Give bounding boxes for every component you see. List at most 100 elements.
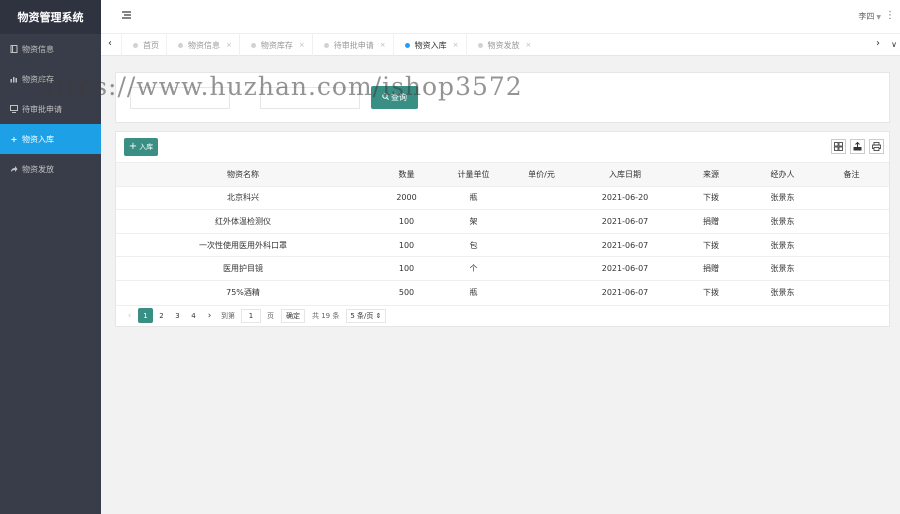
- column-header[interactable]: 计量单位: [443, 169, 504, 180]
- cell-source: 下拨: [703, 240, 719, 250]
- updown-icon: ⇕: [375, 311, 382, 320]
- table-row[interactable]: 75%酒精 500 瓶 2021-06-07 下拨 张景东: [116, 279, 889, 304]
- column-header[interactable]: 单价/元: [504, 169, 579, 180]
- cell-unit: 瓶: [469, 287, 478, 297]
- goto-page-input[interactable]: 1: [241, 308, 261, 323]
- page-button[interactable]: 4: [186, 308, 201, 323]
- page-unit-label: 页: [267, 311, 274, 320]
- tab-pending-approval[interactable]: 待审批申请 ×: [311, 34, 393, 56]
- cell-unit: 架: [469, 216, 478, 226]
- tab-dot-icon: [178, 42, 183, 48]
- column-header[interactable]: 物资名称: [116, 169, 370, 180]
- cell-unit: 个: [469, 264, 478, 274]
- cell-handler: 张景东: [770, 193, 795, 203]
- sidebar-item-material-info[interactable]: 物资信息: [0, 34, 101, 64]
- sidebar-item-material-distribution[interactable]: 物资发放: [0, 154, 101, 184]
- prev-page-icon[interactable]: ‹: [122, 308, 137, 323]
- cell-unit: 瓶: [469, 193, 478, 203]
- chevron-right-icon[interactable]: ›: [876, 38, 880, 49]
- close-icon[interactable]: ×: [453, 41, 459, 49]
- monitor-icon: [8, 105, 20, 113]
- close-icon[interactable]: ×: [299, 41, 305, 49]
- cell-handler: 张景东: [770, 287, 795, 297]
- close-icon[interactable]: ×: [526, 41, 532, 49]
- inbound-table: 物资名称 数量 计量单位 单价/元 入库日期 来源 经办人 备注 北京科兴 20…: [116, 162, 889, 304]
- cell-source: 捐赠: [703, 264, 719, 274]
- cell-date: 2021-06-07: [601, 264, 649, 274]
- page-button[interactable]: 2: [154, 308, 169, 323]
- add-inbound-button[interactable]: + 入库: [124, 138, 158, 156]
- cell-source: 下拨: [703, 193, 719, 203]
- cell-name: 红外体温检测仪: [215, 216, 271, 226]
- cell-handler: 张景东: [770, 240, 795, 250]
- table-row[interactable]: 医用护目镜 100 个 2021-06-07 捐赠 张景东: [116, 256, 889, 280]
- tab-dot-icon: [477, 42, 483, 48]
- page-button[interactable]: 3: [170, 308, 185, 323]
- cell-date: 2021-06-07: [601, 216, 649, 226]
- tab-label: 首页: [143, 40, 159, 50]
- table-row[interactable]: 北京科兴 2000 瓶 2021-06-20 下拨 张景东: [116, 185, 889, 210]
- tab-label: 待审批申请: [333, 40, 374, 50]
- share-icon: [8, 165, 20, 173]
- user-menu[interactable]: 李四 ▼: [858, 11, 881, 22]
- columns-filter-icon[interactable]: [831, 139, 846, 154]
- next-page-icon[interactable]: ›: [202, 308, 217, 323]
- cell-quantity: 2000: [396, 193, 417, 203]
- tab-list: 首页 物资信息 × 物资库存 × 待审批申请 × 物资入库 × 物资发放 ×: [121, 34, 538, 56]
- tab-dot-icon: [323, 42, 329, 48]
- tab-label: 物资信息: [188, 40, 220, 50]
- tab-bar: ‹ 首页 物资信息 × 物资库存 × 待审批申请 × 物资入库 × 物资发放 × › ∨: [101, 34, 900, 56]
- top-header: 李四 ▼ ⋮: [101, 0, 900, 34]
- cell-source: 下拨: [703, 287, 719, 297]
- tab-material-inbound[interactable]: 物资入库 ×: [392, 34, 466, 56]
- tab-dot-icon: [133, 42, 138, 48]
- tab-label: 物资发放: [487, 40, 520, 50]
- chevron-down-icon[interactable]: ∨: [891, 40, 897, 49]
- goto-confirm-button[interactable]: 确定: [281, 308, 305, 323]
- table-row[interactable]: 一次性使用医用外科口罩 100 包 2021-06-07 下拨 张景东: [116, 232, 889, 257]
- cell-quantity: 100: [398, 264, 415, 274]
- bar-chart-icon: [8, 75, 20, 83]
- cell-handler: 张景东: [770, 264, 795, 274]
- tab-material-distribution[interactable]: 物资发放 ×: [465, 34, 539, 56]
- column-header[interactable]: 经办人: [751, 169, 814, 180]
- table-row[interactable]: 红外体温检测仪 100 架 2021-06-07 捐赠 张景东: [116, 209, 889, 233]
- menu-toggle-icon[interactable]: [122, 11, 131, 22]
- page-size-value: 5 条/页: [350, 311, 374, 320]
- tab-home[interactable]: 首页: [121, 34, 166, 56]
- cell-handler: 张景东: [770, 216, 795, 226]
- cell-name: 75%酒精: [226, 287, 260, 297]
- watermark: https://www.huzhan.com/ishop3572: [38, 72, 523, 101]
- tab-material-stock[interactable]: 物资库存 ×: [238, 34, 312, 56]
- close-icon[interactable]: ×: [226, 41, 232, 49]
- pagination: ‹ 1 2 3 4 › 到第 1 页 确定 共 19 条 5 条/页 ⇕: [116, 305, 889, 325]
- sidebar-item-material-inbound[interactable]: + 物资入库: [0, 124, 101, 154]
- cell-date: 2021-06-07: [601, 240, 649, 250]
- sidebar-item-label: 物资入库: [22, 134, 54, 144]
- cell-unit: 包: [469, 240, 478, 250]
- page-size-select[interactable]: 5 条/页 ⇕: [346, 308, 386, 323]
- tab-label: 物资库存: [260, 40, 293, 50]
- column-header[interactable]: 入库日期: [579, 169, 671, 180]
- export-icon[interactable]: [850, 139, 865, 154]
- sidebar-item-label: 待审批申请: [22, 104, 62, 114]
- sidebar-item-label: 物资发放: [22, 164, 54, 174]
- tab-label: 物资入库: [414, 40, 447, 50]
- chevron-left-icon[interactable]: ‹: [108, 38, 112, 49]
- print-icon[interactable]: [869, 139, 884, 154]
- more-vertical-icon[interactable]: ⋮: [885, 10, 895, 21]
- column-header[interactable]: 备注: [814, 169, 889, 180]
- add-button-label: 入库: [139, 143, 154, 151]
- cell-quantity: 100: [398, 216, 415, 226]
- cell-date: 2021-06-07: [601, 287, 649, 297]
- cell-quantity: 500: [398, 287, 415, 297]
- page-button[interactable]: 1: [138, 308, 153, 323]
- close-icon[interactable]: ×: [380, 41, 386, 49]
- column-header[interactable]: 来源: [671, 169, 751, 180]
- column-header[interactable]: 数量: [370, 169, 443, 180]
- goto-label: 到第: [221, 311, 235, 320]
- cell-date: 2021-06-20: [601, 193, 649, 203]
- cell-name: 北京科兴: [227, 193, 259, 203]
- tab-material-info[interactable]: 物资信息 ×: [166, 34, 239, 56]
- tab-dot-icon: [250, 42, 256, 48]
